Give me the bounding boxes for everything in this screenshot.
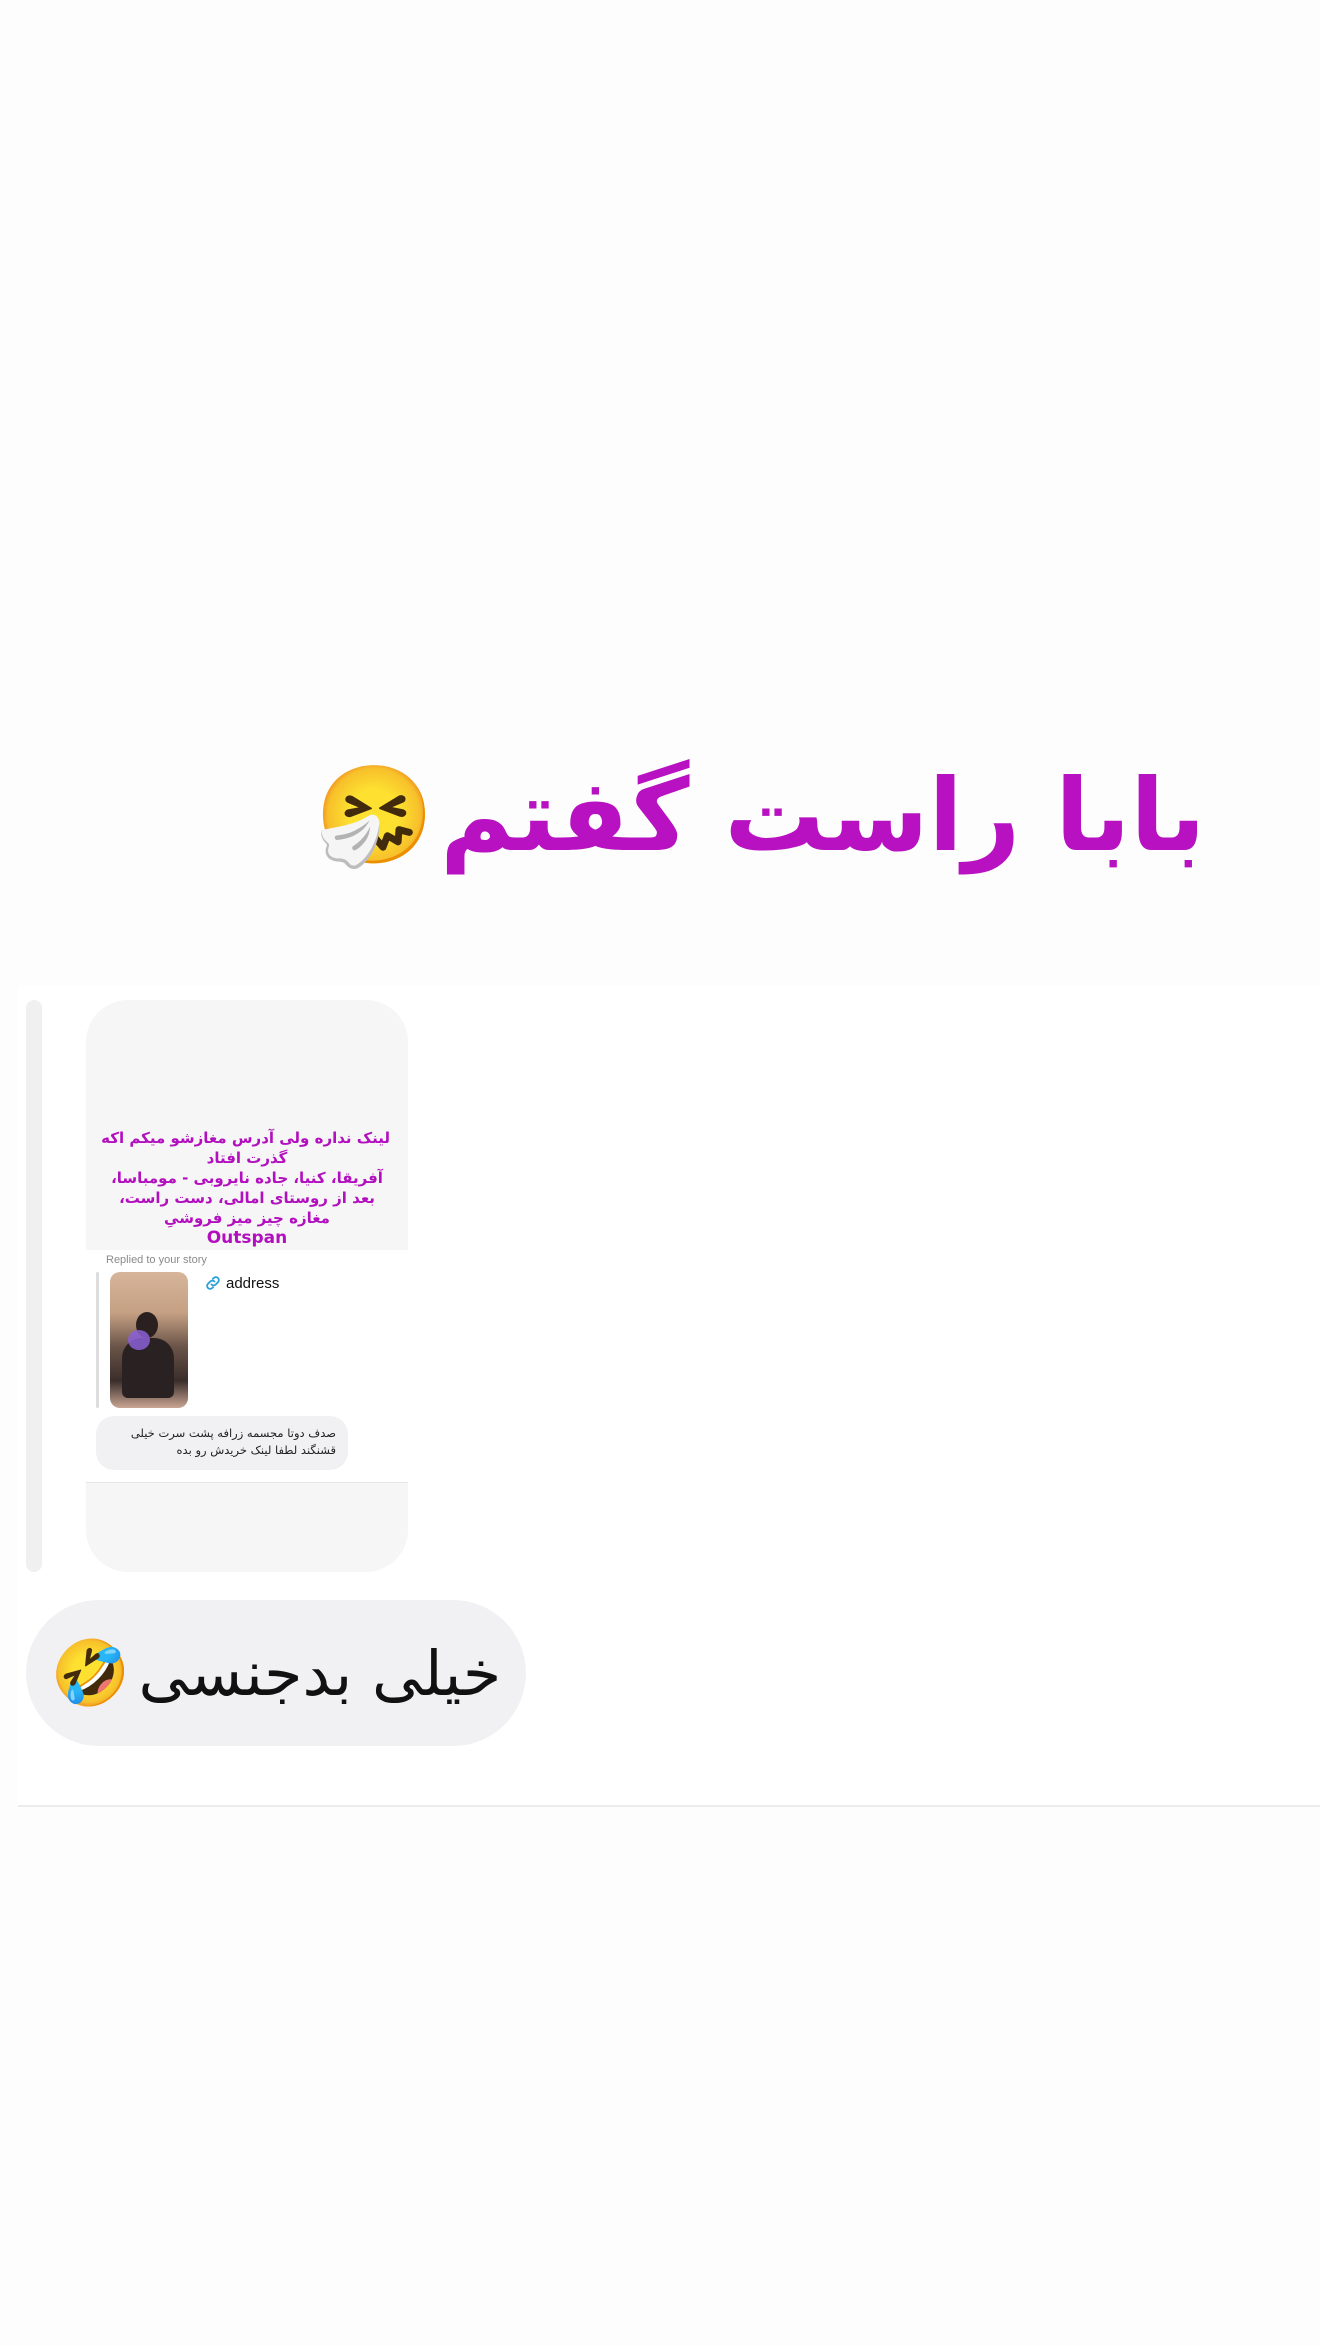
- scrollbar[interactable]: [26, 1000, 42, 1572]
- divider: [86, 1482, 408, 1483]
- reply-message-text: خیلی بدجنسی: [138, 1636, 502, 1710]
- story-thumbnail[interactable]: [110, 1272, 188, 1408]
- story-caption-line: آفریقا، کنیا، جاده نایروبی - مومباسا،: [111, 1169, 383, 1187]
- headline-text: بابا راست گفتم: [440, 756, 1206, 874]
- story-caption-line: لینک نداره ولی آدرس مغازشو میکم اکه: [101, 1129, 390, 1147]
- story-caption-line: مغازه چیز میز فروشیِ: [164, 1209, 330, 1227]
- link-icon: [206, 1276, 220, 1290]
- thumbnail-phone-glow: [128, 1330, 150, 1350]
- story-brand: Outspan: [206, 1228, 288, 1248]
- rolling-laughing-emoji-icon: 🤣: [50, 1636, 131, 1711]
- shared-story-card[interactable]: لینک نداره ولی آدرس مغازشو میکم اکه گذرت…: [86, 1000, 408, 1572]
- story-caption: لینک نداره ولی آدرس مغازشو میکم اکه گذرت…: [101, 1128, 390, 1248]
- address-link-label: address: [226, 1274, 280, 1292]
- reply-quote-bar: [96, 1272, 99, 1408]
- story-reply-message: صدف دوتا مجسمه زرافه پشت سرت خیلی قشنگند…: [96, 1416, 348, 1470]
- replied-label: Replied to your story: [106, 1254, 207, 1266]
- thumbnail-person-body: [122, 1338, 174, 1398]
- address-link[interactable]: address: [204, 1274, 279, 1292]
- sneezing-face-emoji-icon: 🤧: [314, 758, 435, 871]
- story-caption-line: بعد از روستای امالی، دست راست،: [119, 1189, 375, 1207]
- story-caption-line: گذرت افتاد: [206, 1149, 288, 1167]
- headline: بابا راست گفتم 🤧: [315, 740, 1206, 890]
- reply-message-bubble[interactable]: خیلی بدجنسی 🤣: [26, 1600, 526, 1746]
- story-reply-screenshot: Replied to your story address صدف دوتا م…: [86, 1250, 408, 1483]
